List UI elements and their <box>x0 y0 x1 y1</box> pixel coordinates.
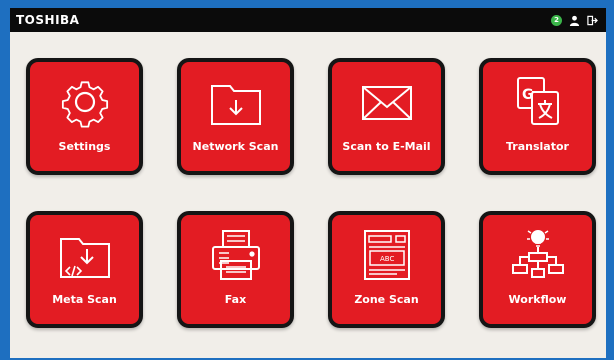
brand-logo: TOSHIBA <box>16 13 80 27</box>
tile-label: Translator <box>506 140 569 153</box>
tile-label: Fax <box>224 293 247 306</box>
tile-label: Settings <box>58 140 111 153</box>
workflow-tile[interactable]: Workflow <box>479 211 596 328</box>
folder-download-icon <box>210 85 261 125</box>
notification-badge[interactable]: 2 <box>551 14 562 26</box>
fax-machine-icon <box>211 230 260 280</box>
status-area: 2 <box>551 14 606 26</box>
scan-to-email-tile[interactable]: Scan to E-Mail <box>328 58 445 175</box>
top-bar: TOSHIBA 2 <box>10 8 606 32</box>
tile-label: Meta Scan <box>52 293 117 306</box>
folder-code-icon <box>59 238 110 278</box>
tile-label: Workflow <box>508 293 567 306</box>
meta-scan-tile[interactable]: Meta Scan <box>26 211 143 328</box>
zone-scan-tile[interactable]: ABC Zone Scan <box>328 211 445 328</box>
user-icon[interactable] <box>569 15 580 26</box>
tile-label: Network Scan <box>192 140 279 153</box>
network-scan-tile[interactable]: Network Scan <box>177 58 294 175</box>
zone-document-icon: ABC <box>363 230 410 280</box>
app-screen: TOSHIBA 2 Settings Network Scan Scan to … <box>10 8 606 358</box>
fax-tile[interactable]: Fax <box>177 211 294 328</box>
svg-text:ABC: ABC <box>380 255 394 263</box>
translate-icon: G <box>516 77 559 125</box>
tile-label: Zone Scan <box>354 293 419 306</box>
svg-text:G: G <box>522 87 534 103</box>
translator-tile[interactable]: G Translator <box>479 58 596 175</box>
envelope-icon <box>361 86 412 120</box>
tile-label: Scan to E-Mail <box>342 140 431 153</box>
gear-icon <box>61 81 108 128</box>
workflow-icon <box>511 230 564 278</box>
logout-icon[interactable] <box>587 15 598 26</box>
settings-tile[interactable]: Settings <box>26 58 143 175</box>
